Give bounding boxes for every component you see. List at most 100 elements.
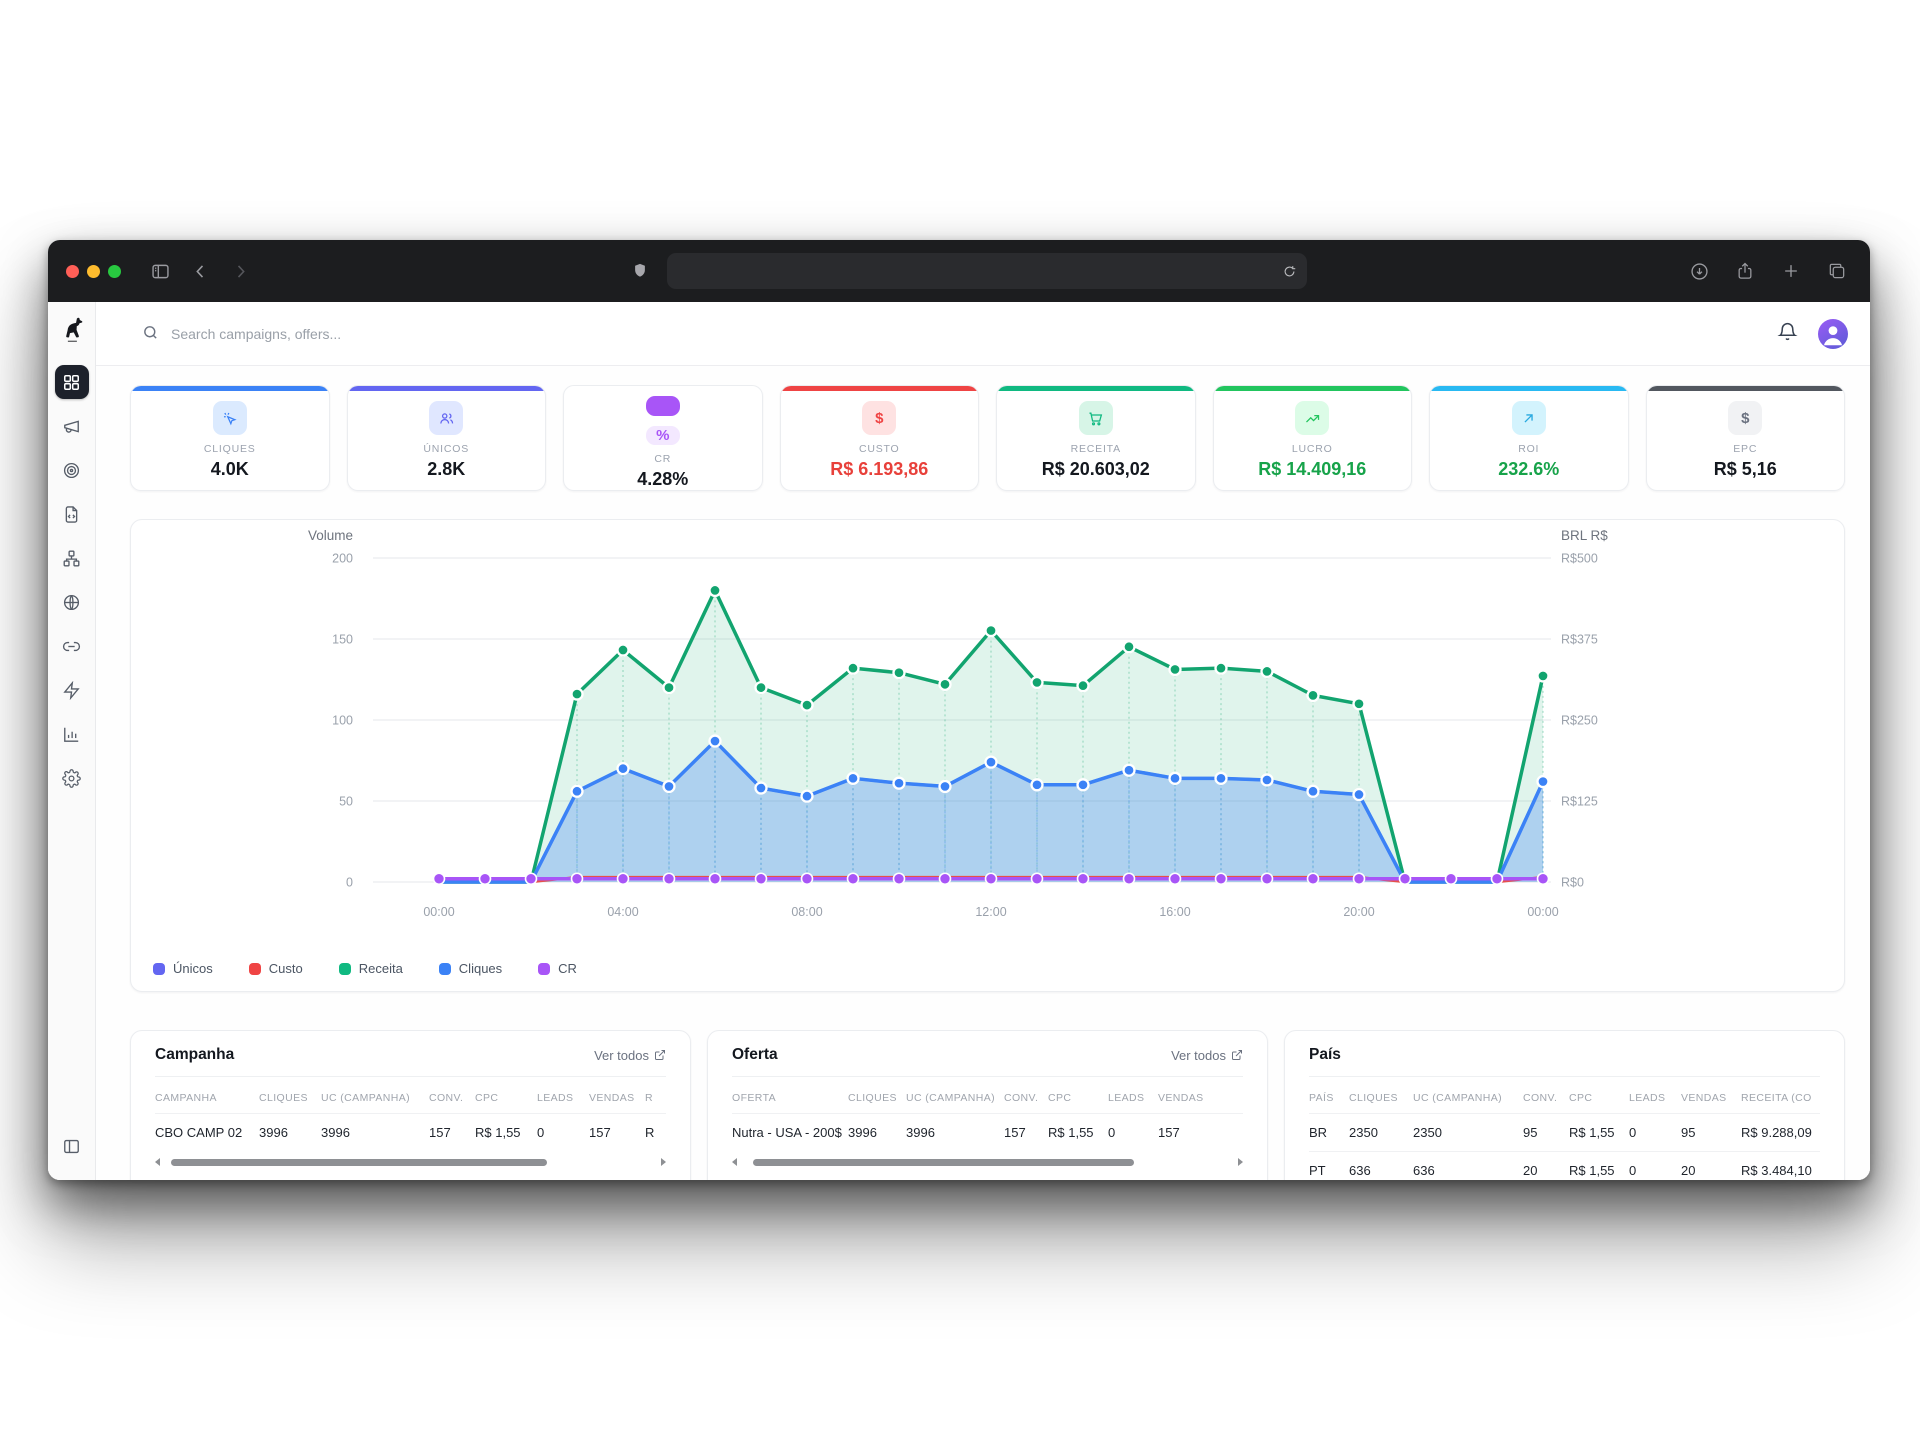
summary-tables-row: Campanha Ver todos CAMPANHA CLIQUES [130, 1030, 1845, 1180]
column-header: VENDAS [1681, 1077, 1741, 1114]
svg-text:200: 200 [332, 552, 353, 566]
kpi-value: 4.0K [211, 459, 249, 480]
cursor-click-icon [213, 401, 247, 435]
pais-card: País PAÍS CLIQUES UC (CAMPANHA) CONV. CP… [1284, 1030, 1845, 1180]
sidebar-item-funnels[interactable] [55, 541, 89, 575]
sidebar-item-links[interactable] [55, 629, 89, 663]
legend-item-unicos[interactable]: Únicos [153, 961, 213, 976]
sidebar-item-domains[interactable] [55, 585, 89, 619]
new-tab-icon[interactable] [1776, 256, 1806, 286]
kpi-card-cliques: CLIQUES 4.0K [130, 385, 330, 491]
scroll-left-icon[interactable] [155, 1158, 160, 1166]
bell-icon[interactable] [1777, 321, 1798, 347]
search-input[interactable]: Search campaigns, offers... [142, 324, 1763, 344]
column-header: PAÍS [1309, 1077, 1349, 1114]
ver-todos-link[interactable]: Ver todos [594, 1048, 666, 1063]
kpi-accent-bar [348, 386, 546, 391]
column-header: CONV. [1004, 1077, 1048, 1114]
kpi-value: R$ 6.193,86 [830, 459, 928, 480]
kpi-label: RECEITA [1071, 443, 1121, 455]
kpi-accent-bar [646, 396, 680, 416]
sidebar-collapse-icon[interactable] [55, 1129, 89, 1163]
kpi-label: ÚNICOS [423, 443, 469, 455]
kpi-card-cr: % CR 4.28% [563, 385, 763, 491]
sidebar-item-reports[interactable] [55, 717, 89, 751]
kpi-label: CUSTO [859, 443, 900, 455]
scrollbar-thumb[interactable] [753, 1159, 1134, 1166]
svg-text:04:00: 04:00 [607, 905, 638, 919]
kpi-value: 232.6% [1498, 459, 1559, 480]
downloads-icon[interactable] [1684, 256, 1714, 286]
column-header: VENDAS [1158, 1077, 1243, 1114]
kpi-card-epc: $ EPC R$ 5,16 [1646, 385, 1846, 491]
back-button[interactable] [185, 256, 215, 286]
legend-item-receita[interactable]: Receita [339, 961, 403, 976]
column-header: CPC [1569, 1077, 1629, 1114]
kpi-card-unicos: ÚNICOS 2.8K [347, 385, 547, 491]
kpi-card-receita: RECEITA R$ 20.603,02 [996, 385, 1196, 491]
close-window-button[interactable] [66, 265, 79, 278]
svg-text:00:00: 00:00 [1527, 905, 1558, 919]
trend-up-icon [1295, 401, 1329, 435]
column-header: CONV. [1523, 1077, 1569, 1114]
svg-text:R$500: R$500 [1561, 552, 1598, 566]
svg-text:12:00: 12:00 [975, 905, 1006, 919]
table-row[interactable]: BR 2350 2350 95 R$ 1,55 0 95 R$ 9.288,09 [1309, 1114, 1820, 1152]
svg-text:20:00: 20:00 [1343, 905, 1374, 919]
sidebar-item-automation[interactable] [55, 673, 89, 707]
column-header: CLIQUES [1349, 1077, 1413, 1114]
avatar[interactable] [1818, 319, 1848, 349]
address-bar[interactable] [667, 253, 1307, 289]
kpi-value: R$ 5,16 [1714, 459, 1777, 480]
kpi-label: LUCRO [1292, 443, 1333, 455]
legend-swatch [153, 963, 165, 975]
legend-item-custo[interactable]: Custo [249, 961, 303, 976]
column-header: CAMPANHA [155, 1077, 259, 1114]
external-link-icon [654, 1049, 666, 1061]
svg-text:Volume: Volume [308, 528, 353, 543]
column-header: CPC [1048, 1077, 1108, 1114]
zoom-window-button[interactable] [108, 265, 121, 278]
table-row[interactable]: PT 636 636 20 R$ 1,55 0 20 R$ 3.484,10 [1309, 1152, 1820, 1181]
dog-logo [57, 312, 87, 346]
sidebar-item-settings[interactable] [55, 761, 89, 795]
scroll-left-icon[interactable] [732, 1158, 737, 1166]
browser-chrome [48, 240, 1870, 302]
scroll-right-icon[interactable] [1238, 1158, 1243, 1166]
ver-todos-link[interactable]: Ver todos [1171, 1048, 1243, 1063]
forward-button[interactable] [225, 256, 255, 286]
scroll-right-icon[interactable] [661, 1158, 666, 1166]
svg-text:0: 0 [346, 876, 353, 890]
svg-text:16:00: 16:00 [1159, 905, 1190, 919]
svg-text:R$0: R$0 [1561, 876, 1584, 890]
sidebar-item-offers[interactable] [55, 453, 89, 487]
oferta-card: Oferta Ver todos OFERTA CLIQUES U [707, 1030, 1268, 1180]
browser-window: Search campaigns, offers... [48, 240, 1870, 1180]
legend-item-cr[interactable]: CR [538, 961, 577, 976]
legend-item-cliques[interactable]: Cliques [439, 961, 502, 976]
kpi-card-roi: ROI 232.6% [1429, 385, 1629, 491]
arrow-up-right-icon [1512, 401, 1546, 435]
share-icon[interactable] [1730, 256, 1760, 286]
table-row[interactable]: CBO CAMP 02 3996 3996 157 R$ 1,55 0 157 … [155, 1114, 666, 1152]
scrollbar-thumb[interactable] [171, 1159, 548, 1166]
legend-swatch [339, 963, 351, 975]
dashboard-content: CLIQUES 4.0K ÚNICOS 2.8K % CR [96, 366, 1870, 1180]
percent-icon: % [646, 426, 680, 446]
sidebar-item-dashboard[interactable] [55, 365, 89, 399]
svg-text:R$375: R$375 [1561, 633, 1598, 647]
column-header: CLIQUES [259, 1077, 321, 1114]
minimize-window-button[interactable] [87, 265, 100, 278]
external-link-icon [1231, 1049, 1243, 1061]
table-row[interactable]: Nutra - USA - 200$ 3996 3996 157 R$ 1,55… [732, 1114, 1243, 1152]
horizontal-scrollbar [732, 1156, 1243, 1168]
time-series-chart: Volume050100150200BRL R$R$0R$125R$250R$3… [131, 520, 1844, 954]
column-header: RECEITA (CO [1741, 1077, 1820, 1114]
tab-overview-icon[interactable] [1822, 256, 1852, 286]
browser-sidebar-toggle-icon[interactable] [145, 256, 175, 286]
sidebar-item-landers[interactable] [55, 497, 89, 531]
kpi-value: R$ 14.409,16 [1258, 459, 1366, 480]
reload-icon[interactable] [1282, 264, 1297, 279]
sidebar-item-campaigns[interactable] [55, 409, 89, 443]
kpi-label: CR [654, 453, 671, 465]
